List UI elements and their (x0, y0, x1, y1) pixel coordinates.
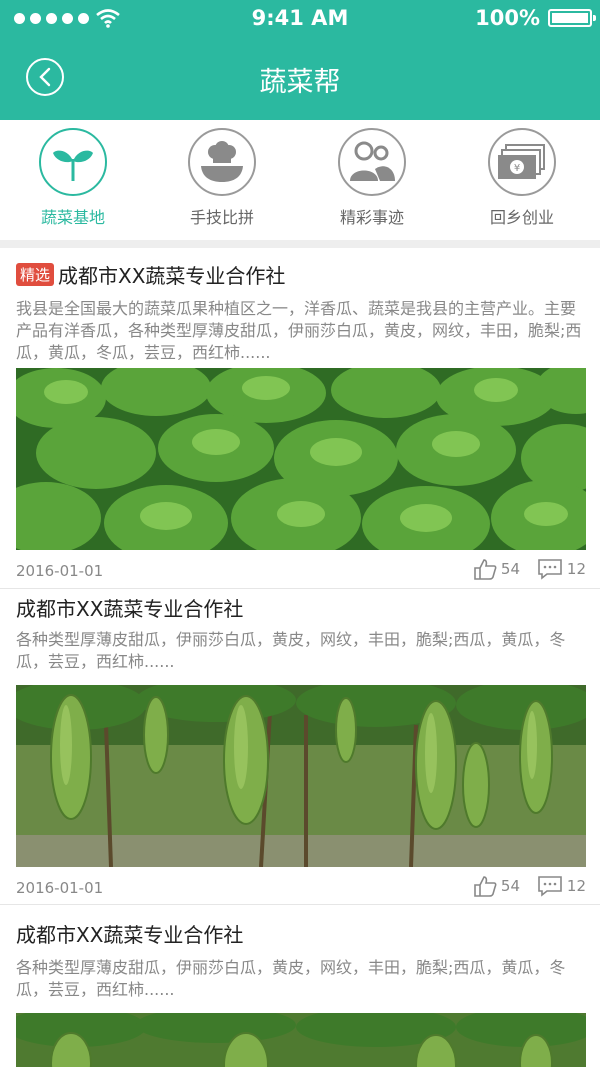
card-description: 我县是全国最大的蔬菜瓜果种植区之一，洋香瓜、蔬菜是我县的主营产业。主要产品有洋香… (16, 299, 582, 362)
list-item[interactable]: 成都市XX蔬菜专业合作社 各种类型厚薄皮甜瓜，伊丽莎白瓜，黄皮，网纹，丰田，脆梨… (0, 589, 600, 905)
category-nav: 蔬菜基地 手技比拼 精彩事迹 ¥ 回乡创业 (0, 120, 600, 240)
bitter-melon-image[interactable] (16, 685, 586, 867)
nav-label: 精彩事迹 (339, 208, 404, 227)
card-meta: 2016-01-01 54 12 (0, 870, 600, 906)
lettuce-field-image[interactable] (16, 368, 586, 550)
app-header: 9:41 AM 100% 蔬菜帮 (0, 0, 600, 120)
nav-item-vegetable-base[interactable]: 蔬菜基地 (3, 128, 143, 228)
bitter-melon-image[interactable] (16, 1013, 586, 1067)
nav-item-stories[interactable]: 精彩事迹 (302, 128, 442, 228)
people-icon (350, 141, 395, 181)
comment-count: 12 (566, 877, 586, 895)
nav-label: 手技比拼 (189, 208, 254, 227)
card-description: 各种类型厚薄皮甜瓜，伊丽莎白瓜，黄皮，网纹，丰田，脆梨;西瓜，黄瓜，冬瓜，芸豆，… (16, 630, 566, 671)
list-item[interactable]: 精选 成都市XX蔬菜专业合作社 我县是全国最大的蔬菜瓜果种植区之一，洋香瓜、蔬菜… (0, 248, 600, 588)
battery-icon (548, 9, 596, 27)
comment-icon (538, 559, 562, 580)
money-icon: ¥ (498, 144, 545, 179)
like-count: 54 (500, 877, 520, 895)
thumbs-up-icon (474, 559, 497, 580)
comment-button[interactable]: 12 (537, 875, 586, 897)
card-title-text: 成都市XX蔬菜专业合作社 (16, 923, 244, 947)
nav-item-cooking-contest[interactable]: 手技比拼 (152, 128, 292, 228)
featured-tag: 精选 (16, 263, 55, 286)
svg-text:¥: ¥ (514, 163, 520, 174)
comment-button[interactable]: 12 (537, 558, 586, 580)
page-title: 蔬菜帮 (259, 67, 341, 98)
like-button[interactable]: 54 (473, 558, 520, 580)
chef-hat-icon (201, 141, 243, 182)
post-date: 2016-01-01 (16, 562, 104, 580)
list-item[interactable]: 成都市XX蔬菜专业合作社 各种类型厚薄皮甜瓜，伊丽莎白瓜，黄皮，网纹，丰田，脆梨… (0, 905, 600, 1067)
card-title-text: 成都市XX蔬菜专业合作社 (16, 597, 244, 621)
card-meta: 2016-01-01 54 12 (0, 553, 600, 589)
sprout-icon (53, 150, 93, 181)
comment-count: 12 (566, 560, 586, 578)
nav-item-hometown-startup[interactable]: ¥ 回乡创业 (452, 128, 592, 228)
post-date: 2016-01-01 (16, 879, 104, 897)
comment-icon (538, 876, 562, 897)
battery-percent: 100% (475, 6, 540, 30)
card-description: 各种类型厚薄皮甜瓜，伊丽莎白瓜，黄皮，网纹，丰田，脆梨;西瓜，黄瓜，冬瓜，芸豆，… (16, 958, 566, 999)
like-button[interactable]: 54 (473, 875, 520, 897)
card-title: 成都市XX蔬菜专业合作社 (16, 593, 243, 622)
section-separator (0, 240, 600, 248)
like-count: 54 (500, 560, 520, 578)
card-title: 成都市XX蔬菜专业合作社 (16, 919, 243, 948)
card-title: 精选 成都市XX蔬菜专业合作社 (16, 260, 285, 289)
thumbs-up-icon (474, 876, 497, 897)
status-bar: 9:41 AM 100% (0, 0, 600, 38)
nav-label: 蔬菜基地 (40, 208, 105, 227)
nav-label: 回乡创业 (489, 208, 554, 227)
card-title-text: 成都市XX蔬菜专业合作社 (58, 264, 286, 288)
